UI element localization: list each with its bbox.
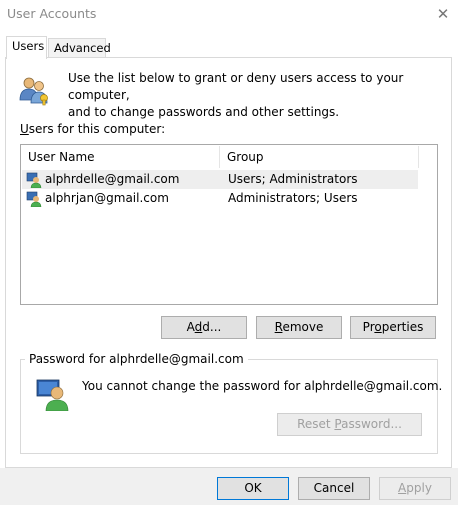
user-row[interactable]: alphrjan@gmail.com Administrators; Users — [22, 189, 418, 208]
properties-button[interactable]: Properties — [350, 316, 436, 339]
apply-button-label: pply — [406, 481, 432, 495]
user-password-icon — [36, 379, 69, 411]
add-button[interactable]: Add... — [161, 316, 247, 339]
apply-button[interactable]: Apply — [379, 477, 451, 500]
remove-button-label: emove — [282, 320, 324, 334]
users-label-rest: sers for this computer: — [28, 122, 166, 136]
properties-button-access-key: o — [374, 320, 382, 334]
tab-users[interactable]: Users — [6, 36, 47, 59]
user-icon — [26, 172, 42, 188]
cancel-button[interactable]: Cancel — [298, 477, 370, 500]
users-listview[interactable]: User Name Group alphrdelle@gmail.com Use… — [20, 144, 438, 305]
properties-button-label-a: Pr — [362, 320, 375, 334]
title-bar: User Accounts ✕ — [0, 0, 458, 28]
user-name-cell: alphrjan@gmail.com — [45, 191, 169, 205]
add-button-label-b: d... — [202, 320, 222, 334]
password-group-legend: Password for alphrdelle@gmail.com — [25, 352, 248, 366]
tab-advanced-label: Advanced — [54, 41, 111, 55]
user-icon — [26, 191, 42, 207]
user-group-cell: Administrators; Users — [228, 191, 358, 205]
user-name-cell: alphrdelle@gmail.com — [45, 172, 180, 186]
password-groupbox — [20, 359, 438, 454]
window-title: User Accounts — [7, 6, 97, 21]
ok-button[interactable]: OK — [217, 477, 289, 500]
intro-line-1: Use the list below to grant or deny user… — [68, 71, 404, 102]
password-message: You cannot change the password for alphr… — [82, 379, 443, 393]
properties-button-label-b: perties — [381, 320, 424, 334]
column-separator[interactable] — [418, 146, 419, 168]
intro-text: Use the list below to grant or deny user… — [68, 70, 438, 121]
tab-bar: Users Advanced — [6, 36, 452, 59]
reset-password-label-b: assword... — [341, 417, 402, 431]
users-label-access-key: U — [20, 122, 29, 136]
reset-password-button[interactable]: Reset Password... — [277, 413, 422, 436]
users-icon — [19, 77, 48, 106]
close-icon[interactable]: ✕ — [432, 4, 454, 24]
tab-advanced[interactable]: Advanced — [48, 38, 111, 58]
column-header-user-name[interactable]: User Name — [21, 145, 219, 169]
users-list-label: Users for this computer: — [20, 122, 165, 136]
user-group-cell: Users; Administrators — [228, 172, 358, 186]
intro-line-2: and to change passwords and other settin… — [68, 105, 340, 119]
column-header-group[interactable]: Group — [220, 145, 418, 169]
tab-users-label: Users — [12, 39, 45, 53]
remove-button[interactable]: Remove — [256, 316, 342, 339]
reset-password-label-a: Reset — [297, 417, 335, 431]
user-row[interactable]: alphrdelle@gmail.com Users; Administrato… — [22, 170, 418, 189]
add-button-label-a: A — [186, 320, 195, 334]
